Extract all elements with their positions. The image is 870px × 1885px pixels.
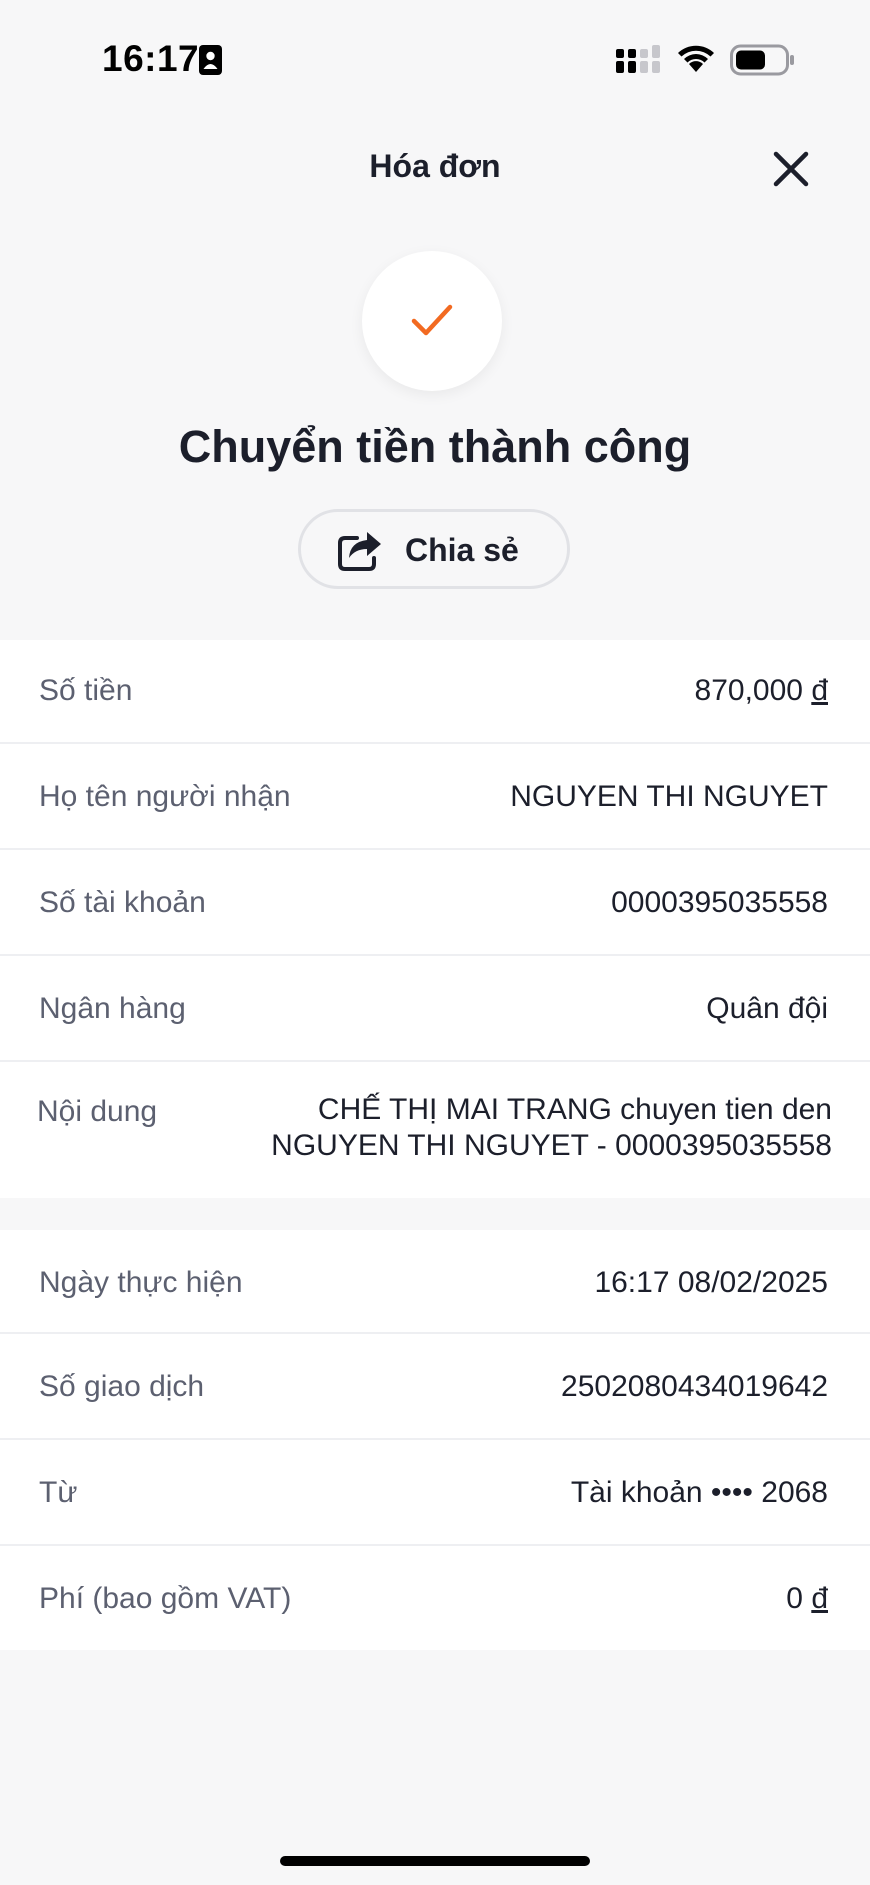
amount-currency: đ bbox=[811, 674, 828, 707]
fee-number: 0 bbox=[786, 1582, 803, 1615]
date-label: Ngày thực hiện bbox=[39, 1266, 243, 1299]
contact-card-icon bbox=[199, 45, 222, 75]
close-icon[interactable] bbox=[772, 150, 810, 188]
account-number-value: 0000395035558 bbox=[611, 886, 828, 919]
page-title: Hóa đơn bbox=[369, 148, 501, 184]
share-icon bbox=[338, 532, 381, 571]
transaction-info-card: Ngày thực hiện 16:17 08/02/2025 Số giao … bbox=[0, 1230, 870, 1650]
transaction-id-value: 2502080434019642 bbox=[561, 1370, 828, 1403]
fee-label: Phí (bao gồm VAT) bbox=[39, 1582, 292, 1615]
from-label: Từ bbox=[39, 1476, 78, 1509]
share-button[interactable]: Chia sẻ bbox=[298, 509, 570, 589]
status-bar: 16:17 bbox=[0, 0, 870, 120]
transaction-id-label: Số giao dịch bbox=[39, 1370, 205, 1403]
success-indicator bbox=[362, 251, 502, 391]
content-value: CHẾ THỊ MAI TRANG chuyen tien den NGUYEN… bbox=[212, 1092, 832, 1164]
amount-number: 870,000 bbox=[694, 674, 803, 707]
detail-row-from: Từ Tài khoản •••• 2068 bbox=[0, 1440, 870, 1546]
amount-label: Số tiền bbox=[39, 674, 133, 707]
transfer-details-card: Số tiền 870,000 đ Họ tên người nhận NGUY… bbox=[0, 640, 870, 1198]
content-line-1: CHẾ THỊ MAI TRANG chuyen tien den bbox=[317, 1093, 832, 1126]
recipient-name-label: Họ tên người nhận bbox=[39, 780, 291, 813]
fee-value: 0 đ bbox=[786, 1582, 828, 1616]
success-title: Chuyển tiền thành công bbox=[178, 421, 692, 472]
status-time: 16:17 bbox=[102, 38, 200, 79]
detail-row-bank: Ngân hàng Quân đội bbox=[0, 956, 870, 1062]
date-value: 16:17 08/02/2025 bbox=[594, 1266, 828, 1299]
detail-row-fee: Phí (bao gồm VAT) 0 đ bbox=[0, 1546, 870, 1650]
detail-row-date: Ngày thực hiện 16:17 08/02/2025 bbox=[0, 1230, 870, 1334]
account-number-label: Số tài khoản bbox=[39, 886, 206, 919]
battery-icon bbox=[730, 44, 794, 76]
detail-row-transaction-id: Số giao dịch 2502080434019642 bbox=[0, 1334, 870, 1440]
checkmark-icon bbox=[411, 304, 453, 336]
from-value: Tài khoản •••• 2068 bbox=[570, 1476, 828, 1509]
detail-row-amount: Số tiền 870,000 đ bbox=[0, 640, 870, 744]
amount-value: 870,000 đ bbox=[695, 674, 828, 708]
cellular-signal-icon bbox=[616, 45, 660, 73]
detail-row-recipient-name: Họ tên người nhận NGUYEN THI NGUYET bbox=[0, 744, 870, 850]
wifi-icon bbox=[678, 45, 714, 72]
bank-label: Ngân hàng bbox=[39, 992, 186, 1025]
recipient-name-value: NGUYEN THI NGUYET bbox=[510, 780, 828, 813]
share-button-label: Chia sẻ bbox=[405, 532, 519, 568]
fee-currency: đ bbox=[811, 1582, 828, 1615]
detail-row-account-number: Số tài khoản 0000395035558 bbox=[0, 850, 870, 956]
content-line-2: NGUYEN THI NGUYET - 0000395035558 bbox=[271, 1129, 832, 1162]
home-indicator[interactable] bbox=[280, 1856, 590, 1866]
bank-value: Quân đội bbox=[706, 992, 828, 1025]
content-label: Nội dung bbox=[37, 1095, 158, 1128]
detail-row-content: Nội dung CHẾ THỊ MAI TRANG chuyen tien d… bbox=[0, 1062, 870, 1198]
